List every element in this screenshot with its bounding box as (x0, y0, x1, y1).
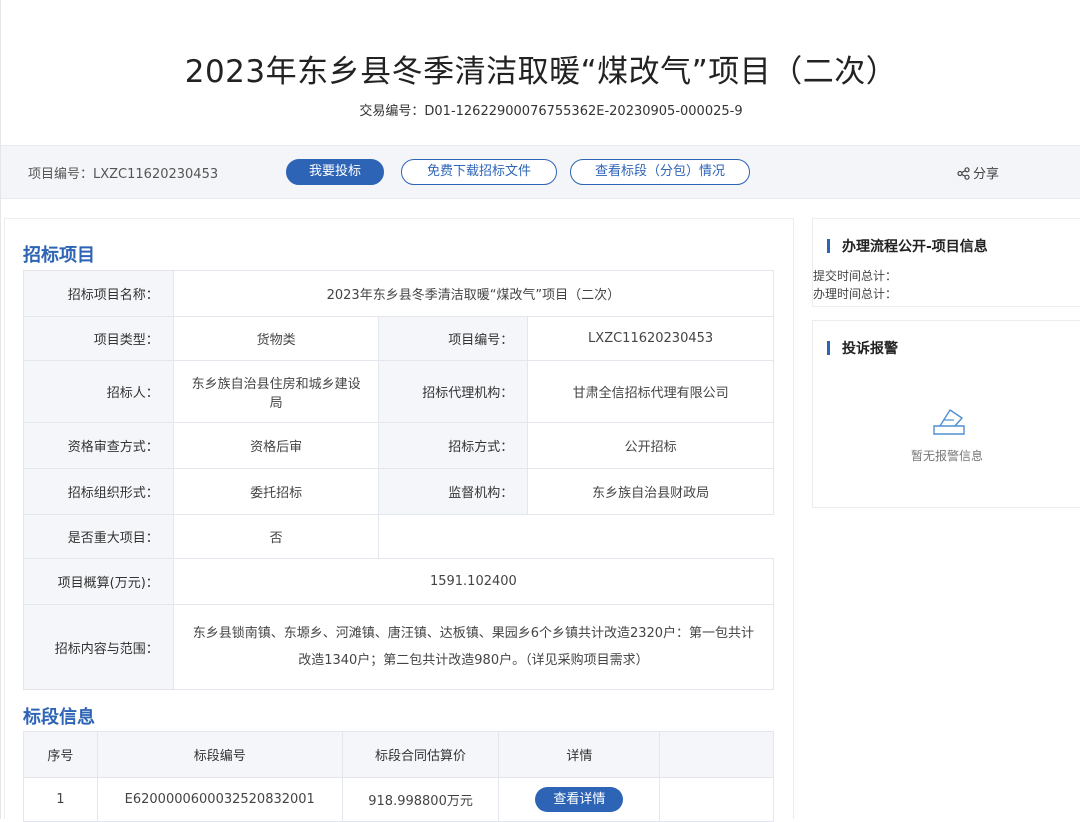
col-header-index: 序号 (23, 731, 98, 778)
process-info-panel: 办理流程公开-项目信息 提交时间总计： 办理时间总计： (812, 218, 1080, 307)
table-row: 招标组织形式： 委托招标 监督机构： 东乡族自治县财政局 (23, 468, 774, 515)
project-no-label: 项目编号： (378, 316, 529, 361)
share-label: 分享 (973, 167, 1000, 182)
project-type-value: 货物类 (172, 316, 380, 361)
title-bar-marker (827, 341, 830, 355)
view-detail-button[interactable]: 查看详情 (535, 787, 624, 812)
segments-section-title: 标段信息 (23, 707, 95, 728)
bid-project-section-title: 招标项目 (23, 245, 95, 266)
budget-value: 1591.102400 (172, 558, 775, 605)
process-info-title: 办理流程公开-项目信息 (827, 236, 988, 256)
complaint-title-text: 投诉报警 (842, 341, 898, 357)
agency-value: 甘肃全信招标代理有限公司 (527, 360, 774, 423)
page-title: 2023年东乡县冬季清洁取暖“煤改气”项目（二次） (184, 54, 898, 90)
table-row: 1 E6200000600032520832001 918.998800万元 查… (23, 777, 774, 822)
table-row: 资格审查方式： 资格后审 招标方式： 公开招标 (23, 422, 774, 469)
supervisor-value: 东乡族自治县财政局 (527, 468, 774, 515)
table-row: 招标内容与范围： 东乡县锁南镇、东塬乡、河滩镇、唐汪镇、达板镇、果园乡6个乡镇共… (23, 604, 775, 690)
bid-method-value: 公开招标 (527, 422, 774, 469)
segment-price: 918.998800万元 (341, 777, 500, 822)
process-info-title-text: 办理流程公开-项目信息 (842, 239, 988, 255)
major-project-value: 否 (172, 514, 380, 559)
bid-project-table: 招标项目名称： 2023年东乡县冬季清洁取暖“煤改气”项目（二次） 项目类型： … (23, 270, 775, 690)
title-bar-marker (827, 239, 830, 253)
handle-time-total: 办理时间总计： (813, 287, 898, 301)
scope-value: 东乡县锁南镇、东塬乡、河滩镇、唐汪镇、达板镇、果园乡6个乡镇共计改造2320户：… (172, 604, 775, 690)
table-header-row: 序号 标段编号 标段合同估算价 详情 (23, 731, 774, 778)
table-row: 项目类型： 货物类 项目编号： LXZC11620230453 (23, 316, 774, 361)
transaction-code: 交易编号：D01-12622900076755362E-20230905-000… (359, 104, 743, 119)
view-segments-button[interactable]: 查看标段（分包）情况 (570, 159, 750, 185)
table-row: 招标人： 东乡族自治县住房和城乡建设局 招标代理机构： 甘肃全信招标代理有限公司 (23, 360, 774, 423)
empty-mailbox-icon (933, 409, 965, 435)
budget-label: 项目概算(万元)： (23, 558, 174, 605)
col-header-detail: 详情 (498, 731, 661, 778)
segment-index: 1 (23, 777, 98, 822)
share-icon (957, 167, 970, 180)
submit-time-total: 提交时间总计： (813, 269, 898, 283)
table-row: 项目概算(万元)： 1591.102400 (23, 558, 775, 605)
toolbar-project-number: 项目编号：LXZC11620230453 (28, 167, 219, 182)
project-name-value: 2023年东乡县冬季清洁取暖“煤改气”项目（二次） (172, 270, 775, 317)
col-header-code: 标段编号 (96, 731, 343, 778)
download-tender-docs-button[interactable]: 免费下载招标文件 (401, 159, 557, 185)
project-no-value: LXZC11620230453 (527, 316, 774, 361)
tenderer-value: 东乡族自治县住房和城乡建设局 (172, 360, 380, 423)
page-frame: 2023年东乡县冬季清洁取暖“煤改气”项目（二次） 交易编号：D01-12622… (0, 0, 1080, 822)
scope-label: 招标内容与范围： (23, 604, 174, 690)
segment-blank-cell (659, 777, 774, 822)
supervisor-label: 监督机构： (378, 468, 529, 515)
major-project-label: 是否重大项目： (23, 514, 174, 559)
agency-label: 招标代理机构： (378, 360, 529, 423)
complaint-panel: 投诉报警 暂无报警信息 (812, 320, 1080, 508)
empty-cell (378, 514, 774, 559)
bid-button[interactable]: 我要投标 (286, 159, 384, 185)
col-header-price: 标段合同估算价 (341, 731, 500, 778)
table-row: 是否重大项目： 否 (23, 514, 774, 559)
main-panel: 招标项目 招标项目名称： 2023年东乡县冬季清洁取暖“煤改气”项目（二次） 项… (4, 218, 794, 822)
no-alarm-text: 暂无报警信息 (910, 449, 983, 463)
table-row: 招标项目名称： 2023年东乡县冬季清洁取暖“煤改气”项目（二次） (23, 270, 775, 317)
complaint-title: 投诉报警 (827, 338, 898, 358)
review-method-value: 资格后审 (172, 422, 380, 469)
col-header-blank (659, 731, 774, 778)
share-button[interactable]: 分享 (957, 163, 999, 182)
project-type-label: 项目类型： (23, 316, 174, 361)
review-method-label: 资格审查方式： (23, 422, 174, 469)
org-form-value: 委托招标 (172, 468, 380, 515)
page-header: 2023年东乡县冬季清洁取暖“煤改气”项目（二次） 交易编号：D01-12622… (1, 0, 1080, 145)
project-name-label: 招标项目名称： (23, 270, 174, 317)
segment-code: E6200000600032520832001 (96, 777, 343, 822)
segments-table: 序号 标段编号 标段合同估算价 详情 1 E620000060003252083… (23, 731, 774, 822)
tenderer-label: 招标人： (23, 360, 174, 423)
bid-method-label: 招标方式： (378, 422, 529, 469)
action-toolbar: 项目编号：LXZC11620230453 我要投标 免费下载招标文件 查看标段（… (1, 145, 1080, 199)
org-form-label: 招标组织形式： (23, 468, 174, 515)
segment-detail-cell: 查看详情 (498, 777, 661, 822)
